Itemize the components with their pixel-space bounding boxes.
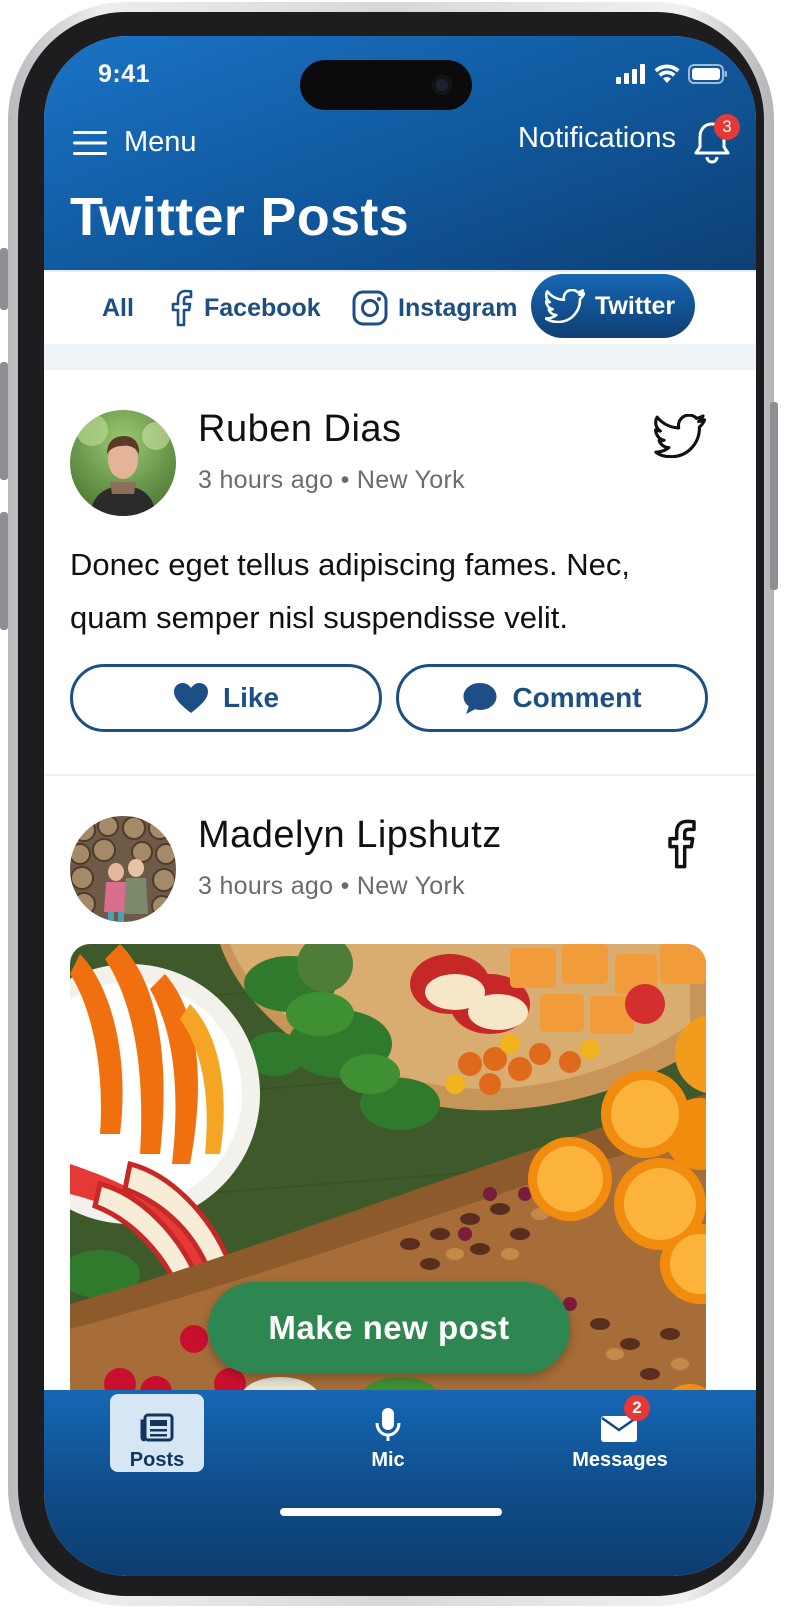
avatar-madelyn-lipshutz[interactable]: [70, 816, 176, 922]
post-author[interactable]: Madelyn Lipshutz: [198, 814, 502, 857]
tabs-spacer: [44, 344, 756, 370]
posts-icon: [140, 1413, 174, 1442]
tab-all-label: All: [102, 293, 134, 322]
page-title: Twitter Posts: [70, 187, 409, 247]
bell-wrap: 3: [692, 114, 740, 164]
avatar-photo: [70, 410, 176, 516]
battery-icon: [688, 64, 727, 84]
comment-button[interactable]: Comment: [396, 664, 708, 732]
facebook-icon: [171, 289, 193, 327]
nav-mic[interactable]: Mic: [340, 1394, 436, 1472]
post-location: New York: [356, 872, 465, 900]
nav-posts[interactable]: Posts: [110, 1394, 204, 1472]
post-divider: [44, 774, 756, 776]
tab-twitter[interactable]: Twitter: [531, 274, 696, 338]
post-meta: 3 hours ago • New York: [198, 872, 465, 901]
notifications-label: Notifications: [518, 121, 676, 154]
like-button[interactable]: Like: [70, 664, 382, 732]
action-button: [0, 248, 8, 310]
tab-all[interactable]: All: [102, 272, 134, 344]
meta-separator: •: [340, 872, 357, 900]
platform-tabs: All Facebook Instagram Twitter: [44, 270, 756, 346]
power-button: [770, 402, 778, 590]
comment-label: Comment: [512, 682, 642, 713]
tab-facebook-label: Facebook: [204, 293, 321, 322]
mail-icon-wrap: 2: [600, 1395, 650, 1443]
notifications-badge: 3: [714, 114, 740, 140]
post-time: 3 hours ago: [198, 872, 334, 900]
twitter-icon: [654, 414, 706, 458]
nav-messages-label: Messages: [572, 1449, 668, 1471]
status-time: 9:41: [98, 60, 151, 88]
post-location: New York: [356, 466, 465, 494]
status-icons: [616, 64, 728, 84]
post-feed[interactable]: Ruben Dias 3 hours ago • New York Donec …: [44, 370, 756, 1390]
twitter-icon: [545, 289, 585, 323]
dynamic-island: [300, 60, 472, 110]
notifications-button[interactable]: Notifications 3: [518, 114, 740, 164]
volume-down-button: [0, 512, 8, 630]
heart-icon: [173, 683, 208, 713]
tab-twitter-label: Twitter: [595, 291, 676, 320]
like-label: Like: [222, 682, 280, 713]
post-meta: 3 hours ago • New York: [198, 466, 465, 495]
nav-messages[interactable]: 2 Messages: [560, 1394, 680, 1472]
instagram-icon: [352, 290, 388, 326]
wifi-icon: [654, 64, 680, 83]
avatar-ruben-dias[interactable]: [70, 410, 176, 516]
mic-icon: [375, 1408, 401, 1441]
home-indicator[interactable]: [280, 1508, 502, 1516]
tab-facebook[interactable]: Facebook: [170, 272, 321, 344]
tab-instagram-label: Instagram: [398, 293, 518, 322]
post-time: 3 hours ago: [198, 466, 334, 494]
avatar-photo: [70, 816, 176, 922]
app-header: 9:41 Menu Notifications 3 Twitter Posts: [44, 36, 756, 272]
meta-separator: •: [340, 466, 357, 494]
tab-instagram[interactable]: Instagram: [352, 272, 517, 344]
post-author[interactable]: Ruben Dias: [198, 408, 402, 451]
app-screen: 9:41 Menu Notifications 3 Twitter Posts …: [44, 36, 756, 1576]
messages-badge: 2: [624, 1395, 650, 1421]
nav-posts-label: Posts: [129, 1449, 185, 1471]
nav-mic-label: Mic: [371, 1449, 405, 1471]
bottom-nav: Posts Mic 2 Messages: [44, 1390, 756, 1576]
comment-icon: [463, 683, 497, 714]
menu-label: Menu: [124, 126, 197, 158]
camera-icon: [432, 75, 452, 95]
signal-icon: [616, 64, 645, 84]
facebook-icon: [668, 819, 696, 869]
post-body: Donec eget tellus adipiscing fames. Nec,…: [70, 547, 631, 635]
make-new-post-button[interactable]: Make new post: [208, 1282, 570, 1374]
volume-up-button: [0, 362, 8, 480]
hamburger-icon: [73, 130, 107, 155]
menu-button[interactable]: Menu: [72, 126, 197, 159]
